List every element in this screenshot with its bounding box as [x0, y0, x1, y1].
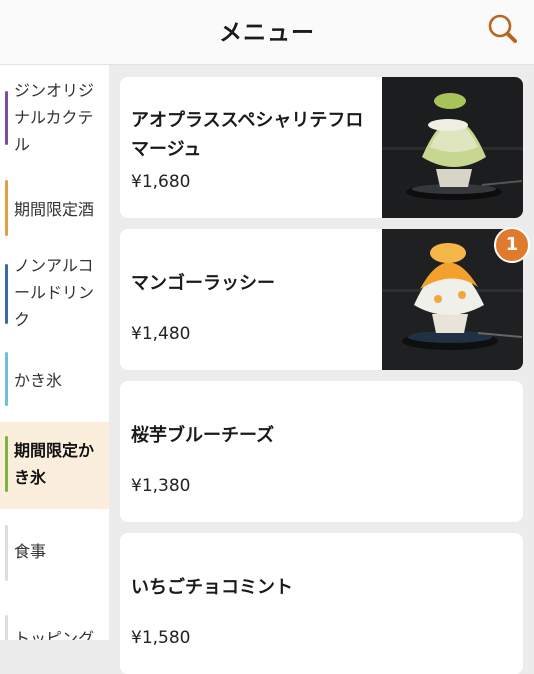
sidebar-item-label: ノンアルコールドリンク — [14, 256, 95, 329]
menu-item-price: ¥1,480 — [131, 324, 191, 344]
search-icon — [488, 14, 517, 43]
matcha-shaved-ice-photo — [382, 77, 523, 218]
category-color-bar — [5, 525, 8, 581]
sidebar-item-original-cocktail[interactable]: ジンオリジナルカクテル — [0, 65, 109, 170]
sidebar-item-label: かき氷 — [14, 371, 63, 390]
category-color-bar — [5, 615, 8, 640]
menu-item-name: 桜芋ブルーチーズ — [131, 425, 275, 446]
menu-item-name: いちごチョコミント — [131, 577, 293, 598]
menu-item-price: ¥1,380 — [131, 476, 191, 496]
sidebar-item-label: トッピング — [14, 629, 95, 640]
menu-item-name: マンゴーラッシー — [131, 273, 275, 294]
sidebar-item-kakigori[interactable]: かき氷 — [0, 346, 109, 422]
menu-item-card[interactable]: いちごチョコミント ¥1,580 — [120, 533, 523, 674]
menu-item-price: ¥1,680 — [131, 172, 191, 192]
cart-count-badge: 1 — [494, 227, 530, 263]
sidebar-item-food[interactable]: 食事 — [0, 509, 109, 595]
menu-item-card[interactable]: 桜芋ブルーチーズ ¥1,380 — [120, 381, 523, 522]
menu-item-card[interactable]: マンゴーラッシー ¥1,480 — [120, 229, 523, 370]
sidebar-item-non-alcohol[interactable]: ノンアルコールドリンク — [0, 254, 109, 346]
sidebar-item-limited-kakigori[interactable]: 期間限定かき氷 — [0, 422, 109, 509]
search-button[interactable] — [486, 12, 520, 46]
sidebar-item-topping[interactable]: トッピング — [0, 595, 109, 640]
category-color-bar — [5, 352, 8, 406]
menu-item-card[interactable]: アオプラススペシャリテフロマージュ ¥1,680 — [120, 77, 523, 218]
category-color-bar — [5, 436, 8, 492]
sidebar-item-limited-sake[interactable]: 期間限定酒 — [0, 170, 109, 254]
top-header: メニュー — [0, 0, 534, 65]
sidebar-item-label: ジンオリジナルカクテル — [14, 81, 95, 154]
sidebar-item-label: 食事 — [14, 542, 47, 561]
page-title: メニュー — [219, 20, 315, 46]
category-color-bar — [5, 91, 8, 145]
sidebar-item-label: 期間限定酒 — [14, 200, 95, 219]
menu-item-name: アオプラススペシャリテフロマージュ — [131, 110, 364, 160]
category-color-bar — [5, 180, 8, 236]
category-color-bar — [5, 264, 8, 324]
menu-item-price: ¥1,580 — [131, 628, 191, 648]
category-sidebar: ジンオリジナルカクテル 期間限定酒 ノンアルコールドリンク かき氷 期間限定かき… — [0, 65, 109, 640]
sidebar-item-label: 期間限定かき氷 — [14, 441, 95, 487]
